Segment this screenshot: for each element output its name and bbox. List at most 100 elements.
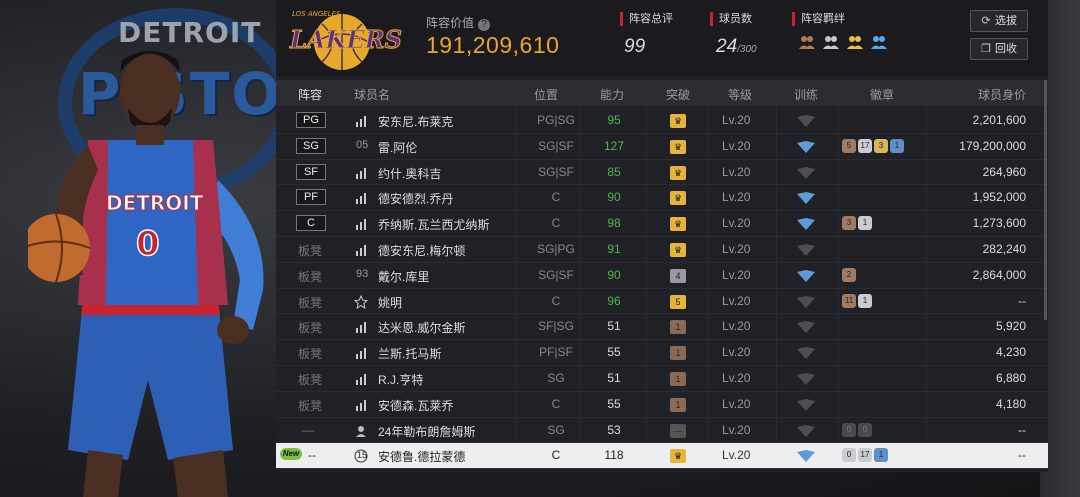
training-active-icon[interactable] (796, 140, 816, 154)
col-breakthrough[interactable]: 突破 (666, 86, 690, 103)
training-active-icon[interactable] (796, 269, 816, 283)
training-icon[interactable] (796, 114, 816, 128)
breakthrough-badge[interactable]: ♛ (670, 449, 686, 464)
col-training[interactable]: 训练 (794, 86, 818, 103)
player-name[interactable]: 安东尼.布莱克 (378, 113, 453, 130)
player-name[interactable]: 戴尔.库里 (378, 268, 429, 285)
lineup-bench[interactable]: 板凳 (298, 268, 322, 285)
breakthrough-badge[interactable]: 1 (670, 371, 686, 386)
training-icon[interactable] (796, 243, 816, 257)
breakthrough-badge[interactable]: 1 (670, 320, 686, 335)
badge-count[interactable]: 1 (858, 293, 872, 308)
lineup-bench[interactable]: 板凳 (298, 397, 322, 414)
lineup-position[interactable]: PG (296, 112, 326, 128)
table-row[interactable]: SG 05 雷.阿伦 SG|SF 127 ♛ Lv.20 5 17 3 1 179,200,000 (276, 134, 1048, 160)
table-row[interactable]: 板凳 93 戴尔.库里 SG|SF 90 4 Lv.20 2 2,864,000 (276, 263, 1048, 289)
player-name[interactable]: R.J.亨特 (378, 371, 423, 388)
table-row[interactable]: 板凳 R.J.亨特 SG 51 1 Lv.20 6,880 (276, 366, 1048, 392)
table-row[interactable]: PG 安东尼.布莱克 PG|SG 95 ♛ Lv.20 2,201,600 (276, 108, 1048, 134)
breakthrough-badge[interactable]: 5 (670, 294, 686, 309)
player-name[interactable]: 约什.奥科吉 (378, 165, 441, 182)
recycle-button[interactable]: ❐ 回收 (970, 38, 1028, 60)
player-name[interactable]: 24年勒布朗詹姆斯 (378, 423, 475, 440)
training-icon[interactable] (796, 295, 816, 309)
breakthrough-badge[interactable]: ♛ (670, 165, 686, 180)
table-row[interactable]: — 24年勒布朗詹姆斯 SG 53 — Lv.20 0 0 -- (276, 418, 1048, 444)
training-active-icon[interactable] (796, 449, 816, 463)
player-name[interactable]: 姚明 (378, 294, 402, 311)
breakthrough-badge[interactable]: ♛ (670, 114, 686, 128)
table-row[interactable]: PF 德安德烈.乔丹 C 90 ♛ Lv.20 1,952,000 (276, 185, 1048, 212)
breakthrough-badge[interactable]: ♛ (670, 242, 686, 257)
badge-count[interactable]: 11 (842, 293, 856, 308)
badge-count[interactable]: 17 (858, 138, 872, 153)
table-row[interactable]: 板凳 德安东尼.梅尔顿 SG|PG 91 ♛ Lv.20 282,240 (276, 237, 1048, 263)
player-name[interactable]: 德安东尼.梅尔顿 (378, 242, 465, 259)
badge-count[interactable]: 1 (858, 216, 872, 231)
table-row[interactable]: New -- 15 安德鲁.德拉蒙德 C 118 ♛ Lv.20 0 17 1 -- (276, 443, 1048, 470)
badge-count[interactable]: 1 (874, 448, 888, 463)
player-name[interactable]: 乔纳斯.瓦兰西尤纳斯 (378, 216, 489, 233)
badge-count[interactable]: 5 (842, 138, 856, 153)
table-row[interactable]: 板凳 姚明 C 96 5 Lv.20 11 1 -- (276, 289, 1048, 315)
badge-list: 00 (842, 422, 872, 437)
player-name[interactable]: 兰斯.托马斯 (378, 345, 441, 362)
badge-count[interactable]: 0 (842, 422, 856, 437)
training-icon[interactable] (796, 320, 816, 334)
training-active-icon[interactable] (796, 191, 816, 205)
scrollbar[interactable] (1044, 80, 1047, 320)
breakthrough-badge[interactable]: ♛ (670, 139, 686, 154)
col-badges[interactable]: 徽章 (870, 86, 894, 103)
lineup-bench[interactable]: 板凳 (298, 319, 322, 336)
table-row[interactable]: 板凳 兰斯.托马斯 PF|SF 55 1 Lv.20 4,230 (276, 340, 1048, 366)
lineup-bench[interactable]: 板凳 (298, 345, 322, 362)
breakthrough-badge[interactable]: 1 (670, 397, 686, 412)
badge-count[interactable]: 0 (858, 422, 872, 437)
table-row[interactable]: C 乔纳斯.瓦兰西尤纳斯 C 98 ♛ Lv.20 3 1 1,273,600 (276, 211, 1048, 237)
breakthrough-badge[interactable]: ♛ (670, 217, 686, 232)
training-icon[interactable] (796, 346, 816, 360)
table-row[interactable]: 板凳 达米恩.威尔金斯 SF|SG 51 1 Lv.20 5,920 (276, 314, 1048, 341)
lineup-position[interactable]: SG (296, 137, 326, 154)
lineup-position[interactable]: PF (296, 189, 326, 206)
lineup-bench[interactable]: 板凳 (298, 294, 322, 311)
lineup-bench[interactable]: 板凳 (298, 371, 322, 388)
help-icon[interactable]: ? (478, 19, 491, 31)
badge-count[interactable]: 3 (874, 138, 888, 153)
stat-bond[interactable]: 阵容羁绊 (792, 12, 888, 50)
player-name[interactable]: 安德森.瓦莱乔 (378, 397, 453, 414)
player-name[interactable]: 雷.阿伦 (378, 139, 417, 156)
lineup-none[interactable]: -- (308, 448, 316, 462)
player-name[interactable]: 安德鲁.德拉蒙德 (378, 448, 465, 465)
lineup-none[interactable]: — (302, 423, 314, 437)
badge-count[interactable]: 1 (890, 138, 904, 153)
breakthrough-badge[interactable]: 1 (670, 346, 686, 361)
col-lineup[interactable]: 阵容 (298, 86, 322, 103)
table-row[interactable]: 板凳 安德森.瓦莱乔 C 55 1 Lv.20 4,180 (276, 392, 1048, 418)
breakthrough-badge[interactable]: — (670, 423, 686, 438)
lineup-position[interactable]: SF (296, 163, 326, 180)
training-icon[interactable] (796, 372, 816, 386)
col-ability[interactable]: 能力 (600, 86, 624, 103)
badge-count[interactable]: 3 (842, 216, 856, 231)
lineup-position[interactable]: C (296, 215, 326, 232)
badge-count[interactable]: 17 (858, 448, 872, 463)
lineup-bench[interactable]: 板凳 (298, 242, 322, 259)
training-active-icon[interactable] (796, 217, 816, 231)
col-name[interactable]: 球员名 (354, 86, 390, 103)
bond-icons[interactable] (798, 34, 888, 50)
badge-count[interactable]: 2 (842, 267, 856, 282)
training-icon[interactable] (796, 424, 816, 438)
col-price[interactable]: 球员身价 (978, 86, 1026, 103)
breakthrough-badge[interactable]: ♛ (670, 191, 686, 206)
breakthrough-badge[interactable]: 4 (670, 268, 686, 283)
col-position[interactable]: 位置 (534, 86, 558, 103)
player-name[interactable]: 德安德烈.乔丹 (378, 190, 453, 207)
training-icon[interactable] (796, 166, 816, 180)
training-icon[interactable] (796, 398, 816, 412)
col-level[interactable]: 等级 (728, 86, 752, 103)
badge-count[interactable]: 0 (842, 448, 856, 463)
table-row[interactable]: SF 约什.奥科吉 SG|SF 85 ♛ Lv.20 264,960 (276, 160, 1048, 186)
player-name[interactable]: 达米恩.威尔金斯 (378, 319, 465, 336)
filter-button[interactable]: ⟳ 选拔 (970, 10, 1028, 32)
